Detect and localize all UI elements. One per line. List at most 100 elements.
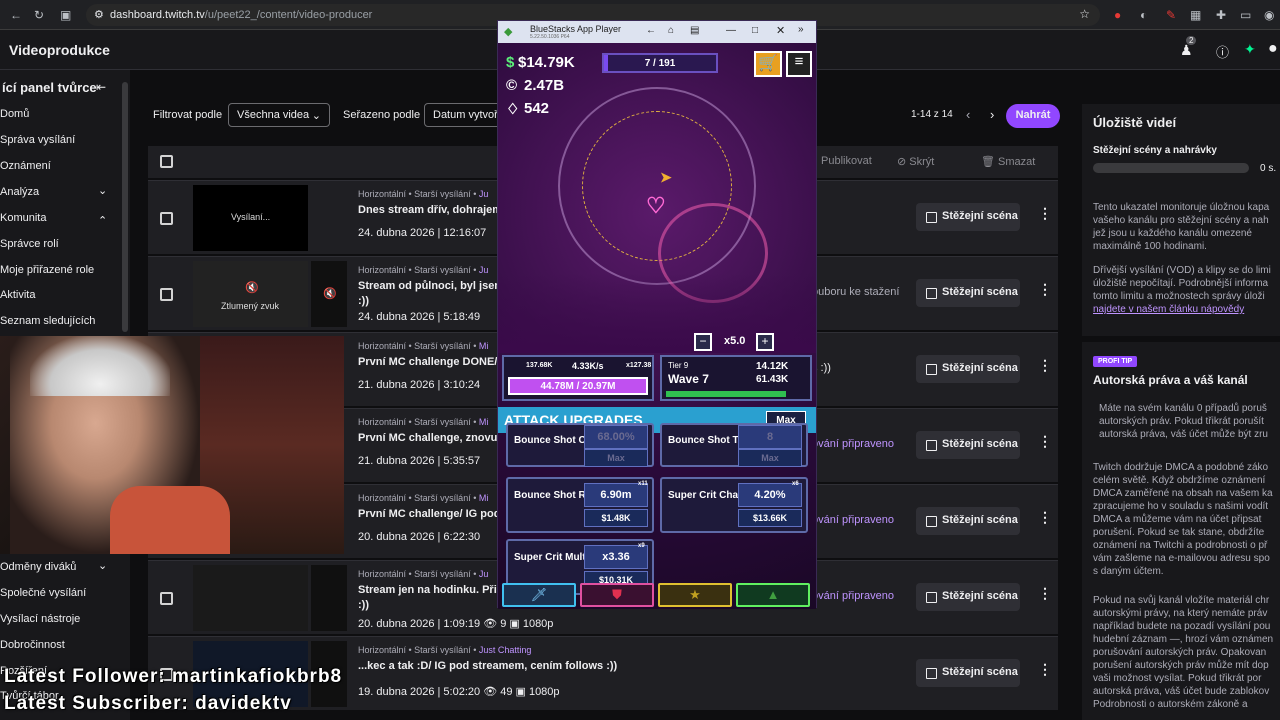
row-checkbox[interactable]	[160, 212, 173, 225]
minimize-icon[interactable]: —	[726, 25, 736, 36]
window-version: 5.22.50.1036 P64	[530, 34, 570, 40]
sidebar-item-stream-manager[interactable]: Správa vysílání	[0, 134, 75, 146]
collapse-sidebar-icon[interactable]: ⇤	[96, 80, 106, 94]
reload-icon[interactable]: ↻	[34, 8, 44, 22]
more-options-icon[interactable]: ⋮	[1038, 205, 1052, 222]
extension-icon-2[interactable]: ◐	[1140, 8, 1147, 22]
shop-cart-icon[interactable]: 🛒	[754, 51, 782, 77]
highlight-button[interactable]: Stěžejní scéna	[916, 659, 1020, 687]
video-title[interactable]: Stream jen na hodinku. Připra	[358, 583, 498, 597]
filter-select[interactable]: Všechna videa ⌄	[228, 103, 330, 127]
row-checkbox[interactable]	[160, 288, 173, 301]
maximize-icon[interactable]: □	[752, 25, 758, 36]
sidebar-item-role-manager[interactable]: Správce rolí	[0, 238, 59, 250]
back-icon[interactable]: ←	[646, 25, 656, 36]
extensions-icon[interactable]: ✚	[1216, 8, 1226, 22]
utility-tab-icon[interactable]: ★	[658, 583, 732, 607]
more-options-icon[interactable]: ⋮	[1038, 433, 1052, 450]
more-options-icon[interactable]: ⋮	[1038, 585, 1052, 602]
category-link[interactable]: Ju	[479, 569, 489, 579]
profile-icon[interactable]: ◉	[1264, 8, 1274, 22]
ultimate-tab-icon[interactable]: ▲	[736, 583, 810, 607]
extensions-grid-icon[interactable]: ▦	[1190, 8, 1201, 22]
select-all-checkbox[interactable]	[160, 155, 173, 168]
bluestacks-window[interactable]: ◆ BlueStacks App Player 5.22.50.1036 P64…	[497, 20, 817, 609]
category-link[interactable]: Just Chatting	[479, 645, 532, 655]
video-title[interactable]: První MC challenge DONE/S	[358, 355, 498, 369]
highlight-button[interactable]: Stěžejní scéna	[916, 279, 1020, 307]
sidebar-scrollbar[interactable]	[122, 82, 128, 332]
video-title[interactable]: První MC challenge/ IG pod s	[358, 507, 498, 521]
highlight-button[interactable]: Stěžejní scéna	[916, 355, 1020, 383]
video-title[interactable]: Dnes stream dřív, dohrajeme	[358, 203, 498, 217]
bookmark-star-icon[interactable]: ☆	[1079, 7, 1090, 21]
sidebar-item-charity[interactable]: Dobročinnost	[0, 639, 65, 651]
video-thumbnail[interactable]: Vysílaní...	[193, 185, 308, 251]
chevron-down-icon[interactable]: ⌄	[98, 184, 107, 197]
upgrade-bounce-shot-targets[interactable]: Bounce Shot Targets 8 Max	[660, 423, 808, 467]
upgrade-bounce-shot-range[interactable]: Bounce Shot Range 6.90m $1.48K x11	[506, 477, 654, 533]
sidebar-item-analytics[interactable]: Analýza	[0, 186, 39, 198]
sidebar-item-followers[interactable]: Seznam sledujících	[0, 315, 95, 327]
menu-icon[interactable]: ≡	[786, 51, 812, 77]
help-icon[interactable]: ⓘ	[1216, 42, 1229, 61]
home-icon[interactable]: ⌂	[668, 25, 674, 36]
upload-button[interactable]: Nahrát	[1006, 104, 1060, 128]
category-link[interactable]: Ju	[479, 189, 489, 199]
attack-tab-icon[interactable]: 🗡	[502, 583, 576, 607]
back-icon[interactable]: ←	[10, 8, 22, 22]
video-title[interactable]: ...kec a tak :D/ IG pod streamem, cením …	[358, 659, 688, 673]
highlight-button[interactable]: Stěžejní scéna	[916, 431, 1020, 459]
extension-icon[interactable]: ●	[1114, 8, 1121, 22]
delete-button[interactable]: 🗑 Smazat	[981, 155, 1035, 168]
speed-decrease-button[interactable]: −	[694, 333, 712, 351]
sidebar-item-community[interactable]: Komunita	[0, 212, 46, 224]
help-article-link[interactable]: najdete v našem článku nápovědy	[1093, 303, 1244, 316]
sidebar-item-my-roles[interactable]: Moje přiřazené role	[0, 264, 94, 276]
sidebar-item-activity[interactable]: Aktivita	[0, 289, 35, 301]
sidebar-item-viewer-rewards[interactable]: Odměny diváků	[0, 561, 76, 573]
site-info-icon[interactable]: ⚙	[94, 8, 104, 21]
video-title[interactable]: První MC challenge, znovu a	[358, 431, 498, 445]
close-icon[interactable]: ✕	[776, 24, 785, 37]
highlight-button[interactable]: Stěžejní scéna	[916, 203, 1020, 231]
extension-status-icon[interactable]: ✦	[1244, 41, 1256, 58]
publish-button[interactable]: Publikovat	[821, 155, 872, 167]
sidebar-expand-icon[interactable]: »	[798, 24, 804, 35]
upgrade-bounce-shot-chance[interactable]: Bounce Shot Chance 68.00% Max	[506, 423, 654, 467]
more-options-icon[interactable]: ⋮	[1038, 281, 1052, 298]
game-viewport[interactable]: $ $14.79K © 2.47B ♢ 542 7 / 191 🛒 ≡ ♡ ➤ …	[498, 43, 816, 609]
hide-button[interactable]: ⊘ Skrýt	[897, 155, 934, 168]
highlight-button[interactable]: Stěžejní scéna	[916, 583, 1020, 611]
sidebar-item-broadcast-tools[interactable]: Vysílací nástroje	[0, 613, 80, 625]
speed-increase-button[interactable]: +	[756, 333, 774, 351]
video-thumbnail[interactable]	[193, 565, 308, 631]
highlight-button[interactable]: Stěžejní scéna	[916, 507, 1020, 535]
row-checkbox[interactable]	[160, 592, 173, 605]
split-view-icon[interactable]: ▭	[1240, 8, 1251, 22]
sidebar-toggle-icon[interactable]: ▣	[60, 8, 71, 22]
chevron-down-icon[interactable]: ⌄	[98, 559, 107, 572]
sort-select[interactable]: Datum vytvoř	[424, 103, 504, 127]
video-thumbnail[interactable]: 🔇 Ztlumený zvuk	[193, 261, 308, 327]
more-options-icon[interactable]: ⋮	[1038, 661, 1052, 678]
video-title[interactable]: Stream od půlnoci, byl jsem	[358, 279, 498, 293]
p5-line: porušování autorských práv. Opakovan	[1093, 647, 1267, 658]
chevron-up-icon[interactable]: ⌃	[98, 214, 107, 227]
more-options-icon[interactable]: ⋮	[1038, 357, 1052, 374]
category-link[interactable]: Ju	[479, 265, 489, 275]
upgrade-super-crit-chance[interactable]: Super Crit Chance 4.20% $13.66K x6	[660, 477, 808, 533]
prev-page-icon[interactable]: ‹	[966, 107, 970, 122]
sidebar-item-notifications[interactable]: Oznámení	[0, 160, 51, 172]
category-link[interactable]: Mi	[479, 341, 489, 351]
sidebar-item-stream-together[interactable]: Společné vysílání	[0, 587, 86, 599]
defense-tab-icon[interactable]: ⛊	[580, 583, 654, 607]
sidebar-item-home[interactable]: Domů	[0, 108, 29, 120]
multi-instance-icon[interactable]: ▤	[690, 25, 699, 36]
extension-icon-3[interactable]: ✎	[1166, 8, 1176, 22]
more-options-icon[interactable]: ⋮	[1038, 509, 1052, 526]
category-link[interactable]: Mi	[479, 493, 489, 503]
next-page-icon[interactable]: ›	[990, 107, 994, 122]
category-link[interactable]: Mi	[479, 417, 489, 427]
avatar[interactable]: ●	[1268, 40, 1278, 58]
